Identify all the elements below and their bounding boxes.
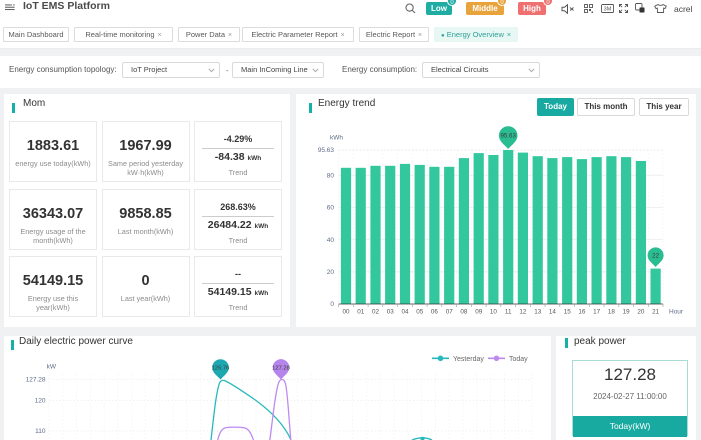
- svg-text:10: 10: [490, 309, 498, 316]
- svg-text:110: 110: [35, 428, 46, 435]
- svg-text:95.63: 95.63: [500, 133, 516, 140]
- svg-text:20: 20: [637, 309, 645, 316]
- svg-text:3M: 3M: [604, 7, 612, 13]
- svg-text:05: 05: [416, 309, 424, 316]
- svg-text:17: 17: [593, 309, 601, 316]
- svg-text:kW: kW: [47, 364, 57, 371]
- svg-text:20: 20: [327, 269, 335, 276]
- svg-text:120: 120: [35, 398, 46, 405]
- svg-text:16: 16: [578, 309, 586, 316]
- svg-text:60: 60: [327, 205, 335, 212]
- svg-text:11: 11: [505, 309, 512, 316]
- svg-text:15: 15: [564, 309, 572, 316]
- svg-text:07: 07: [446, 309, 454, 316]
- svg-text:0: 0: [330, 301, 334, 308]
- svg-text:127.28: 127.28: [272, 366, 290, 372]
- svg-text:03: 03: [387, 309, 395, 316]
- svg-text:06: 06: [431, 309, 439, 316]
- svg-text:127.28: 127.28: [26, 377, 46, 384]
- svg-text:04: 04: [401, 309, 409, 316]
- svg-text:13: 13: [534, 309, 542, 316]
- svg-text:95.63: 95.63: [318, 147, 335, 154]
- svg-text:02: 02: [372, 309, 380, 316]
- svg-text:01: 01: [357, 309, 365, 316]
- svg-text:00: 00: [342, 309, 350, 316]
- svg-text:14: 14: [549, 309, 557, 316]
- svg-text:09: 09: [475, 309, 483, 316]
- svg-text:21: 21: [652, 309, 660, 316]
- svg-text:40: 40: [327, 237, 335, 244]
- svg-text:126.76: 126.76: [212, 366, 230, 372]
- svg-text:Today: Today: [509, 356, 528, 363]
- svg-text:80: 80: [327, 172, 335, 179]
- svg-text:08: 08: [460, 309, 468, 316]
- svg-text:19: 19: [623, 309, 631, 316]
- svg-text:Hour: Hour: [669, 309, 684, 316]
- svg-text:22: 22: [652, 253, 659, 260]
- svg-text:18: 18: [608, 309, 616, 316]
- svg-text:12: 12: [519, 309, 527, 316]
- svg-text:kWh: kWh: [330, 135, 343, 142]
- svg-text:Yesterday: Yesterday: [453, 356, 484, 363]
